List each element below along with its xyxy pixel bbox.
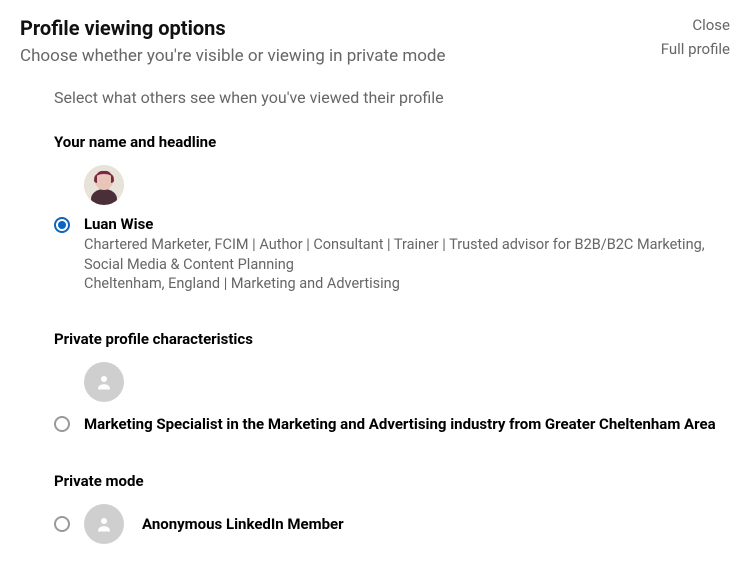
section-title-full: Your name and headline <box>54 133 730 151</box>
section-title-semi: Private profile characteristics <box>54 330 730 348</box>
section-title-private: Private mode <box>54 472 730 490</box>
avatar <box>84 165 124 205</box>
user-location: Cheltenham, England | Marketing and Adve… <box>84 275 730 292</box>
user-name: Luan Wise <box>84 215 730 233</box>
placeholder-avatar <box>84 504 124 544</box>
avatar-image <box>84 165 124 205</box>
instruction-text: Select what others see when you've viewe… <box>54 88 730 107</box>
option-full: Luan Wise Chartered Marketer, FCIM | Aut… <box>54 165 730 292</box>
user-headline: Chartered Marketer, FCIM | Author | Cons… <box>84 235 730 274</box>
radio-semi[interactable] <box>54 416 70 432</box>
page-subtitle: Choose whether you're visible or viewing… <box>20 46 446 66</box>
semi-description: Marketing Specialist in the Marketing an… <box>84 414 730 434</box>
option-private: Anonymous LinkedIn Member <box>54 504 730 544</box>
page-title: Profile viewing options <box>20 16 446 40</box>
full-profile-link[interactable]: Full profile <box>661 40 730 58</box>
placeholder-avatar <box>84 362 124 402</box>
radio-full[interactable] <box>54 217 70 233</box>
close-button[interactable]: Close <box>661 16 730 34</box>
person-icon <box>95 515 113 533</box>
radio-private[interactable] <box>54 516 70 532</box>
private-label: Anonymous LinkedIn Member <box>142 515 344 533</box>
option-semi: Marketing Specialist in the Marketing an… <box>54 362 730 434</box>
person-icon <box>95 373 113 391</box>
